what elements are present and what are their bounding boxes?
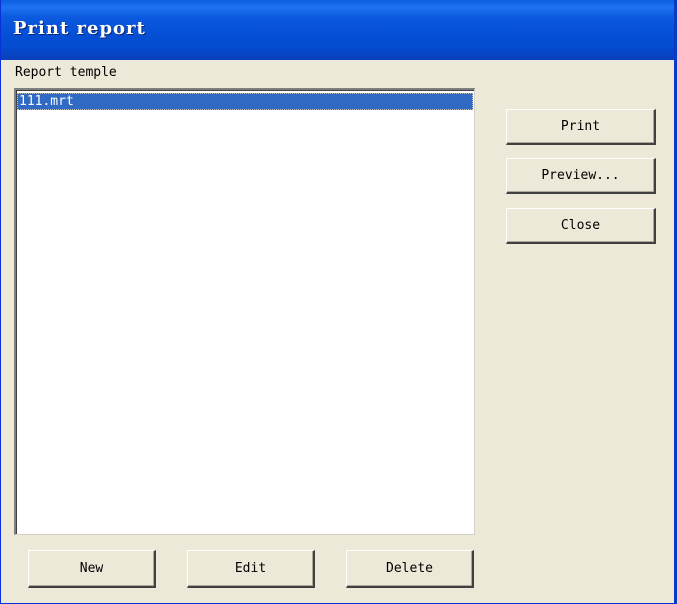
close-button[interactable]: Close (506, 208, 656, 244)
dialog-title: Print report (13, 18, 146, 39)
list-item-label: 111.mrt (19, 94, 74, 109)
print-button[interactable]: Print (506, 109, 656, 145)
edit-button[interactable]: Edit (187, 550, 315, 588)
preview-button[interactable]: Preview... (506, 158, 656, 194)
delete-button[interactable]: Delete (346, 550, 474, 588)
print-report-dialog: Print report Report temple 111.mrt Print… (0, 0, 677, 604)
report-template-label: Report temple (15, 65, 117, 80)
report-template-list[interactable]: 111.mrt (14, 88, 475, 535)
list-item[interactable]: 111.mrt (17, 93, 473, 110)
new-button[interactable]: New (28, 550, 156, 588)
title-bar[interactable]: Print report (1, 0, 674, 60)
